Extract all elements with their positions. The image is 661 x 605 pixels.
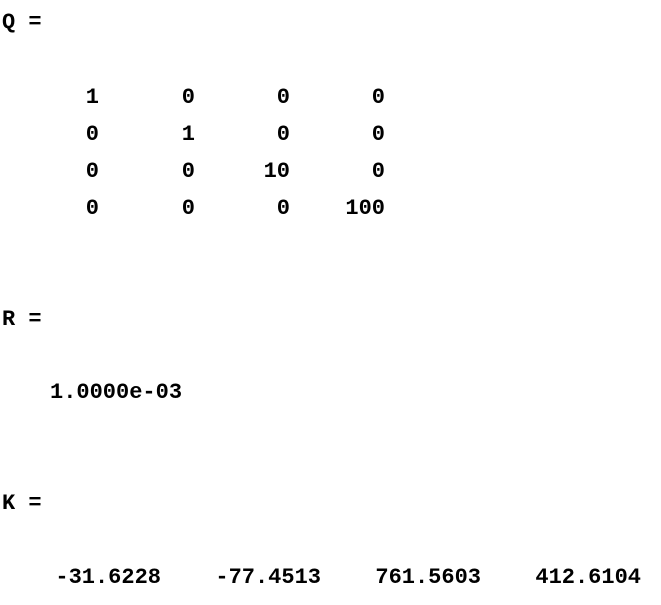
q-cell: 0 xyxy=(276,122,290,147)
k-cell: -31.6228 xyxy=(55,565,161,590)
k-cell: -77.4513 xyxy=(215,565,321,590)
q-cell: 0 xyxy=(181,196,195,221)
q-cell: 0 xyxy=(371,85,385,110)
q-cell: 0 xyxy=(181,85,195,110)
q-cell: 100 xyxy=(345,196,385,221)
q-label: Q = xyxy=(2,10,42,35)
q-cell: 0 xyxy=(85,159,99,184)
k-cell: 412.6104 xyxy=(535,565,641,590)
q-cell: 0 xyxy=(371,159,385,184)
q-cell: 0 xyxy=(371,122,385,147)
q-cell: 1 xyxy=(85,85,99,110)
q-cell: 0 xyxy=(276,85,290,110)
q-cell: 10 xyxy=(263,159,290,184)
q-cell: 1 xyxy=(181,122,195,147)
k-cell: 761.5603 xyxy=(375,565,481,590)
k-label: K = xyxy=(2,491,42,516)
r-label: R = xyxy=(2,307,42,332)
q-cell: 0 xyxy=(181,159,195,184)
q-cell: 0 xyxy=(85,196,99,221)
q-cell: 0 xyxy=(85,122,99,147)
q-cell: 0 xyxy=(276,196,290,221)
r-value: 1.0000e-03 xyxy=(50,380,183,405)
